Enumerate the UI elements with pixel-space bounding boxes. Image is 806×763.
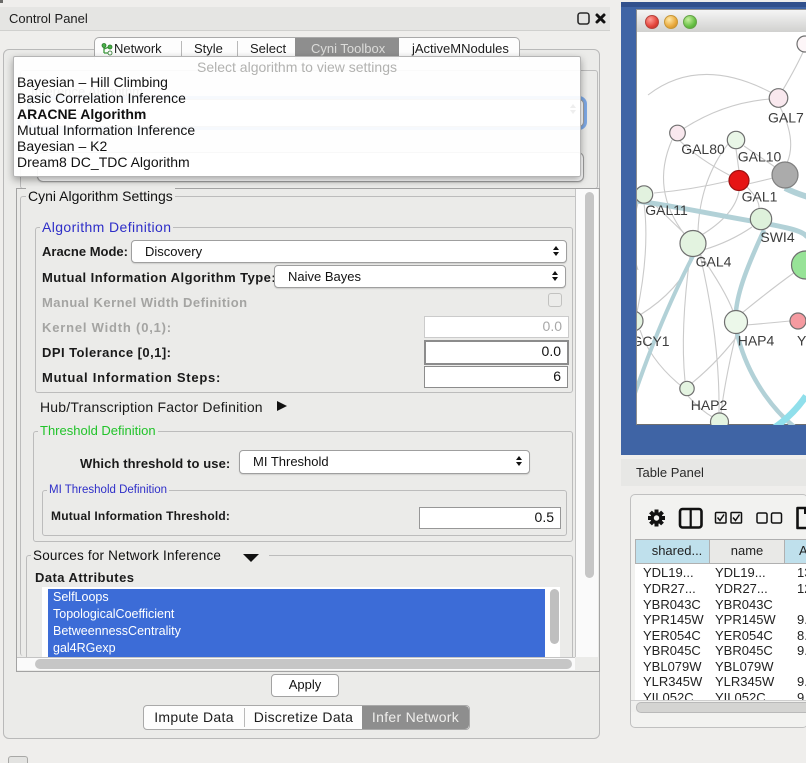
svg-text:GCY1: GCY1 xyxy=(637,333,670,349)
svg-text:HAP2: HAP2 xyxy=(691,397,728,413)
svg-text:GAL80: GAL80 xyxy=(681,141,725,157)
svg-text:GAL4: GAL4 xyxy=(696,254,732,270)
svg-text:GAL1: GAL1 xyxy=(742,189,778,205)
svg-text:GAL11: GAL11 xyxy=(645,202,688,218)
svg-text:SWI4: SWI4 xyxy=(760,229,794,245)
svg-text:GAL7: GAL7 xyxy=(768,110,804,126)
svg-text:HAP4: HAP4 xyxy=(738,333,775,349)
svg-text:YB: YB xyxy=(797,333,806,349)
svg-text:GAL10: GAL10 xyxy=(738,149,782,165)
